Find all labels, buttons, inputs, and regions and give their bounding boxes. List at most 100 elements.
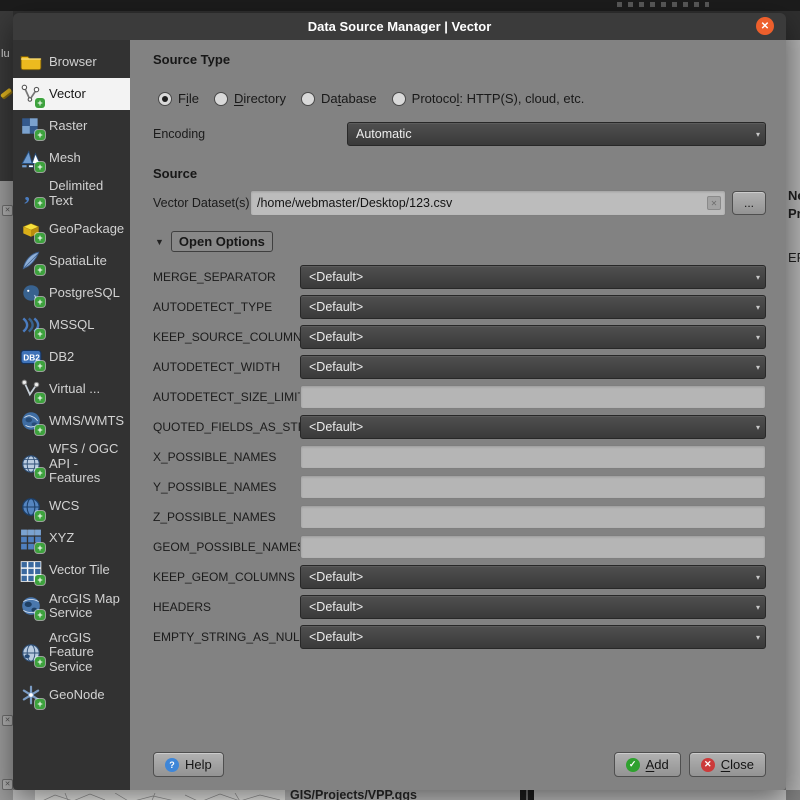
open-options-rows: MERGE_SEPARATOR<Default>▾AUTODETECT_TYPE… <box>153 262 766 652</box>
select-value: <Default> <box>309 630 363 644</box>
sidebar-item-label: Delimited Text <box>49 179 125 208</box>
select-value: <Default> <box>309 300 363 314</box>
sidebar-item-raster[interactable]: +Raster <box>13 110 130 142</box>
sidebar-item-vector-tile[interactable]: +Vector Tile <box>13 555 130 587</box>
option-label: KEEP_SOURCE_COLUMNS <box>153 330 300 344</box>
sidebar-item-label: DB2 <box>49 350 74 365</box>
sidebar-item-spatialite[interactable]: + SpatiaLite <box>13 245 130 277</box>
sidebar-item-vector[interactable]: +Vector <box>13 78 130 110</box>
add-layer-plus-icon: + <box>35 233 45 243</box>
option-label: GEOM_POSSIBLE_NAMES <box>153 540 300 554</box>
sidebar-item-db2[interactable]: DB2+ DB2 <box>13 341 130 373</box>
radio-database[interactable]: Database <box>301 91 377 106</box>
mssql-icon: + <box>20 314 42 336</box>
option-row-autodetect-width: AUTODETECT_WIDTH<Default>▾ <box>153 352 766 382</box>
chevron-down-icon: ▾ <box>756 633 760 642</box>
sidebar-item-browser[interactable]: Browser <box>13 46 130 78</box>
add-layer-plus-icon: + <box>35 130 45 140</box>
add-layer-plus-icon: + <box>35 468 45 478</box>
dialog-close-icon[interactable]: ✕ <box>756 17 774 35</box>
keep-geom-columns-select[interactable]: <Default>▾ <box>300 565 766 589</box>
option-label: Z_POSSIBLE_NAMES <box>153 510 300 524</box>
option-row-geom-possible-names: GEOM_POSSIBLE_NAMES <box>153 532 766 562</box>
option-label: KEEP_GEOM_COLUMNS <box>153 570 300 584</box>
autodetect-type-select[interactable]: <Default>▾ <box>300 295 766 319</box>
option-row-autodetect-size-limit: AUTODETECT_SIZE_LIMIT <box>153 382 766 412</box>
open-options-toggle[interactable]: Open Options <box>171 231 273 252</box>
geom-possible-names-input[interactable] <box>300 535 766 559</box>
autodetect-size-limit-input[interactable] <box>300 385 766 409</box>
xyz-tiles-icon: + <box>20 528 42 550</box>
sidebar-item-label: SpatiaLite <box>49 254 107 269</box>
check-icon: ✓ <box>626 758 640 772</box>
encoding-select[interactable]: Automatic ▾ <box>347 122 766 146</box>
source-type-radio-group: File Directory Database Protocol: HTTP(S), … <box>158 91 766 106</box>
sidebar-item-mesh[interactable]: +Mesh <box>13 142 130 174</box>
sidebar-item-xyz[interactable]: + XYZ <box>13 523 130 555</box>
radio-protocol[interactable]: Protocol: HTTP(S), cloud, etc. <box>392 91 585 106</box>
sidebar-item-mssql[interactable]: +MSSQL <box>13 309 130 341</box>
option-label: AUTODETECT_WIDTH <box>153 360 300 374</box>
y-possible-names-input[interactable] <box>300 475 766 499</box>
quoted-fields-as-string-select[interactable]: <Default>▾ <box>300 415 766 439</box>
sidebar-item-label: WMS/WMTS <box>49 414 124 429</box>
add-layer-plus-icon: + <box>35 265 45 275</box>
close-button-label: Close <box>721 757 754 772</box>
radio-file[interactable]: File <box>158 91 199 106</box>
sidebar-item-wfs-ogc-api-features[interactable]: +WFS / OGC API - Features <box>13 437 130 491</box>
add-layer-plus-icon: + <box>35 297 45 307</box>
sidebar-item-wcs[interactable]: +WCS <box>13 491 130 523</box>
headers-select[interactable]: <Default>▾ <box>300 595 766 619</box>
clear-input-icon[interactable]: ✕ <box>707 196 721 210</box>
sidebar-item-arcgis-feature-service[interactable]: +ArcGIS Feature Service <box>13 626 130 680</box>
sidebar-item-label: XYZ <box>49 531 74 546</box>
radio-directory[interactable]: Directory <box>214 91 286 106</box>
radio-circle-icon <box>158 92 172 106</box>
add-layer-plus-icon: + <box>35 425 45 435</box>
virtual-layer-icon: + <box>20 378 42 400</box>
x-possible-names-input[interactable] <box>300 445 766 469</box>
radio-label: Database <box>321 91 377 106</box>
keep-source-columns-select[interactable]: <Default>▾ <box>300 325 766 349</box>
option-row-z-possible-names: Z_POSSIBLE_NAMES <box>153 502 766 532</box>
raster-icon: + <box>20 115 42 137</box>
sidebar-item-virtual[interactable]: + Virtual ... <box>13 373 130 405</box>
sidebar-item-wms-wmts[interactable]: + WMS/WMTS <box>13 405 130 437</box>
sidebar-item-geonode[interactable]: +GeoNode <box>13 679 130 711</box>
close-button[interactable]: ✕ Close <box>689 752 766 777</box>
vector-tile-icon: + <box>20 560 42 582</box>
radio-circle-icon <box>392 92 406 106</box>
option-row-y-possible-names: Y_POSSIBLE_NAMES <box>153 472 766 502</box>
radio-label: File <box>178 91 199 106</box>
statusbar-background: GIS/Projects/VPP.qgs <box>13 790 786 800</box>
autodetect-width-select[interactable]: <Default>▾ <box>300 355 766 379</box>
postgresql-icon: + <box>20 282 42 304</box>
help-button[interactable]: ? Help <box>153 752 224 777</box>
sidebar-item-label: Vector <box>49 87 86 102</box>
sidebar-item-arcgis-map-service[interactable]: +ArcGIS Map Service <box>13 587 130 626</box>
radio-circle-icon <box>214 92 228 106</box>
db2-icon: DB2+ <box>20 346 42 368</box>
chevron-down-icon: ▾ <box>756 573 760 582</box>
merge-separator-select[interactable]: <Default>▾ <box>300 265 766 289</box>
collapse-triangle-icon[interactable]: ▼ <box>155 237 164 247</box>
sidebar-item-geopackage[interactable]: +GeoPackage <box>13 213 130 245</box>
vector-dataset-input[interactable]: /home/webmaster/Desktop/123.csv ✕ <box>250 190 726 216</box>
add-button[interactable]: ✓ Add <box>614 752 681 777</box>
option-row-x-possible-names: X_POSSIBLE_NAMES <box>153 442 766 472</box>
select-value: <Default> <box>309 330 363 344</box>
radio-label: Protocol: HTTP(S), cloud, etc. <box>412 91 585 106</box>
z-possible-names-input[interactable] <box>300 505 766 529</box>
empty-string-as-null-select[interactable]: <Default> ▾ <box>300 625 766 649</box>
sidebar-item-label: Virtual ... <box>49 382 100 397</box>
option-label: X_POSSIBLE_NAMES <box>153 450 300 464</box>
background-right-panel: Ne Pr EP <box>786 40 800 790</box>
browse-button[interactable]: ... <box>732 191 766 215</box>
sidebar-item-postgresql[interactable]: +PostgreSQL <box>13 277 130 309</box>
arcgis-map-icon: + <box>20 595 42 617</box>
vector-page: Source Type FileDirectoryDatabaseProtoco… <box>130 40 786 790</box>
dialog-titlebar[interactable]: Data Source Manager | Vector ✕ <box>13 13 786 40</box>
dialog-title: Data Source Manager | Vector <box>308 19 492 34</box>
sidebar-item-delimited-text[interactable]: ,+Delimited Text <box>13 174 130 213</box>
select-value: <Default> <box>309 360 363 374</box>
